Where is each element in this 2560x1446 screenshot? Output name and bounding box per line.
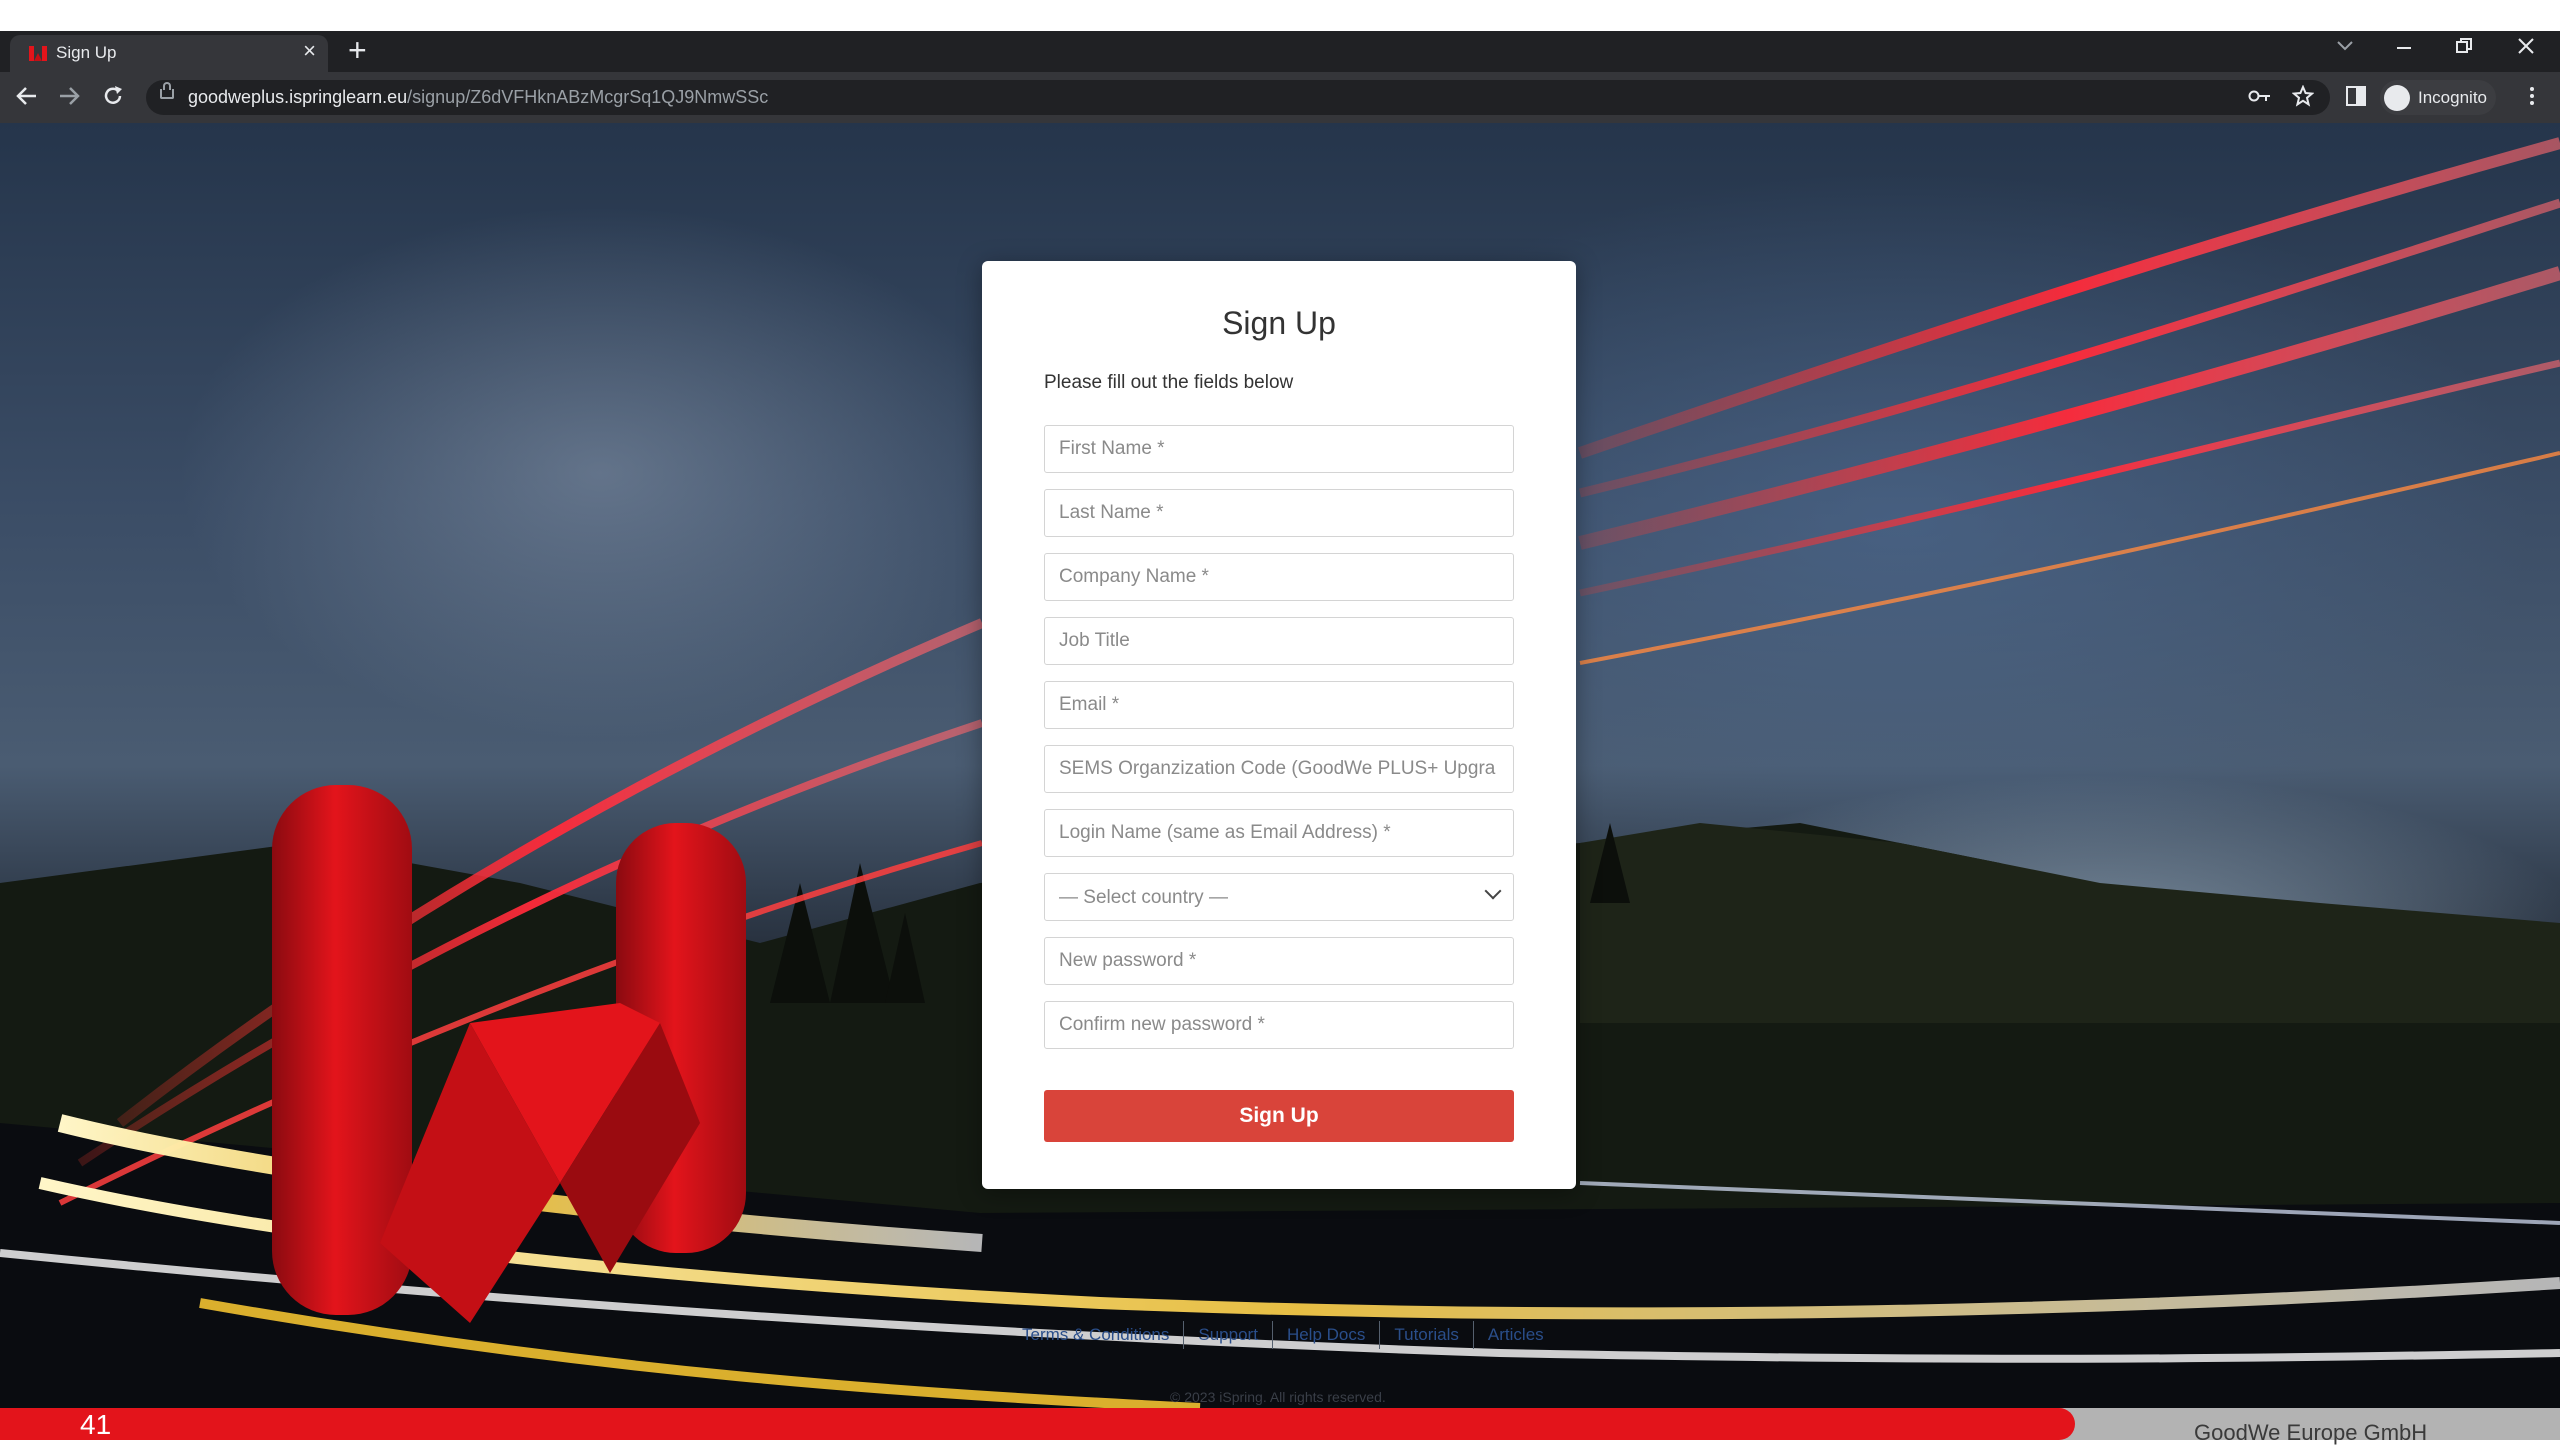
window-close-icon[interactable] (2518, 38, 2534, 54)
form-instructions: Please fill out the fields below (1044, 372, 1294, 393)
footer-link-articles[interactable]: Articles (1472, 1321, 1558, 1349)
incognito-icon (2384, 85, 2410, 111)
email-input[interactable] (1044, 681, 1514, 729)
goodwe-favicon-icon (29, 46, 47, 61)
forward-icon[interactable] (58, 86, 80, 106)
tab-close-icon[interactable]: × (303, 40, 316, 62)
confirm-password-input[interactable] (1044, 1001, 1514, 1049)
star-icon[interactable] (2292, 85, 2314, 107)
url-path: /signup/Z6dVFHknABzMcgrSq1QJ9NmwSSc (407, 87, 769, 107)
incognito-badge[interactable]: Incognito (2380, 80, 2496, 115)
last-name-input[interactable] (1044, 489, 1514, 537)
company-name-input[interactable] (1044, 553, 1514, 601)
sign-up-button[interactable]: Sign Up (1044, 1090, 1514, 1142)
reload-icon[interactable] (102, 85, 124, 107)
job-title-input[interactable] (1044, 617, 1514, 665)
back-icon[interactable] (16, 86, 38, 106)
tab-title: Sign Up (56, 43, 117, 62)
screen-top-margin (0, 0, 2560, 31)
menu-icon[interactable] (2528, 85, 2536, 107)
country-select-value: — Select country — (1059, 887, 1228, 908)
restore-icon[interactable] (2456, 38, 2472, 54)
url-host: goodweplus.ispringlearn.eu (188, 87, 408, 107)
slide-page-number: 41 (80, 1409, 112, 1440)
slide-footer-accent: 41 (0, 1408, 2075, 1440)
tab-search-icon[interactable] (2336, 40, 2354, 52)
footer-link-support[interactable]: Support (1183, 1321, 1272, 1349)
tab-strip (0, 31, 2560, 72)
footer-link-terms[interactable]: Terms & Conditions (1008, 1321, 1183, 1349)
new-tab-icon[interactable]: + (348, 34, 367, 66)
lock-icon[interactable] (160, 82, 174, 99)
sems-code-input[interactable] (1044, 745, 1514, 793)
address-bar[interactable]: goodweplus.ispringlearn.eu/signup/Z6dVFH… (146, 80, 2330, 115)
footer-link-help-docs[interactable]: Help Docs (1271, 1321, 1379, 1349)
signup-page: Sign Up Please fill out the fields below… (0, 123, 2560, 1408)
footer-links: Terms & Conditions Support Help Docs Tutori… (1008, 1321, 1558, 1349)
side-panel-icon[interactable] (2346, 86, 2366, 106)
country-select[interactable]: — Select country — (1044, 873, 1514, 921)
url-text[interactable]: goodweplus.ispringlearn.eu/signup/Z6dVFH… (188, 87, 768, 108)
copyright-text: © 2023 iSpring. All rights reserved. (1170, 1389, 1386, 1405)
slide-company-name: GoodWe Europe GmbH (2194, 1420, 2428, 1445)
page-title: Sign Up (1222, 305, 1336, 341)
chevron-down-icon (1484, 882, 1502, 900)
slide-footer-bar: 41 GoodWe Europe GmbH (0, 1408, 2560, 1445)
tab-sign-up[interactable]: Sign Up × (10, 35, 328, 72)
incognito-label: Incognito (2418, 88, 2487, 107)
new-password-input[interactable] (1044, 937, 1514, 985)
first-name-input[interactable] (1044, 425, 1514, 473)
signup-card: Sign Up Please fill out the fields below… (982, 261, 1576, 1189)
goodwe-logo-sculpture (272, 785, 746, 1323)
login-name-input[interactable] (1044, 809, 1514, 857)
minimize-icon[interactable] (2396, 46, 2412, 50)
key-icon[interactable] (2248, 89, 2272, 103)
footer-link-tutorials[interactable]: Tutorials (1379, 1321, 1473, 1349)
